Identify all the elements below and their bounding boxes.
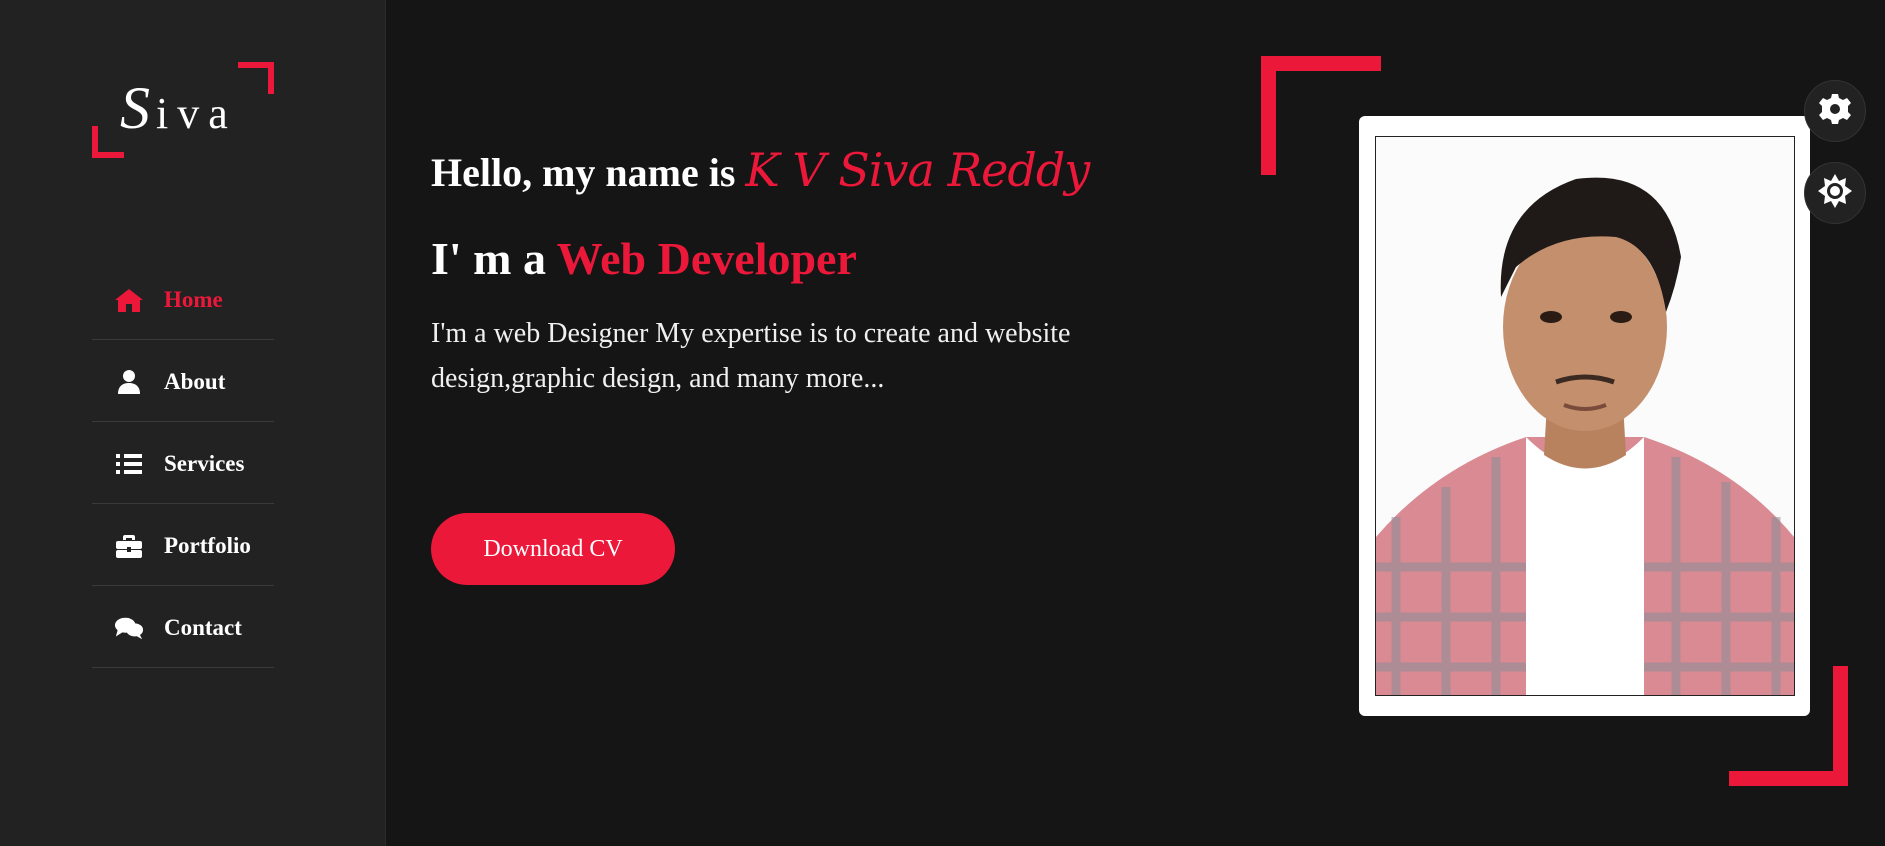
logo-text: Siva (120, 75, 237, 141)
gear-icon (1818, 92, 1852, 131)
nav-item-services[interactable]: Services (92, 424, 274, 504)
logo[interactable]: Siva (92, 62, 274, 158)
person-name: K V Siva Reddy (745, 143, 1090, 197)
user-icon (114, 369, 144, 395)
profile-photo-card (1359, 116, 1810, 716)
nav-label: Services (164, 450, 245, 476)
download-cv-button[interactable]: Download CV (431, 513, 675, 585)
nav-label: Contact (164, 614, 242, 640)
nav-item-home[interactable]: Home (92, 260, 274, 340)
briefcase-icon (114, 533, 144, 559)
home-icon (114, 287, 144, 313)
comments-icon (114, 615, 144, 641)
nav-label: About (164, 368, 226, 394)
hero-section: Hello, my name is K V Siva Reddy I' m a … (431, 140, 1191, 585)
nav-item-contact[interactable]: Contact (92, 588, 274, 668)
sun-icon (1817, 173, 1853, 214)
role-title: Web Developer (556, 233, 857, 284)
nav-item-about[interactable]: About (92, 342, 274, 422)
hello-heading: Hello, my name is K V Siva Reddy (431, 143, 1090, 197)
settings-button[interactable] (1804, 80, 1866, 142)
profile-photo (1375, 136, 1795, 696)
hero-description: I'm a web Designer My expertise is to cr… (431, 318, 1071, 394)
theme-toggle-button[interactable] (1804, 162, 1866, 224)
nav-item-portfolio[interactable]: Portfolio (92, 506, 274, 586)
nav-label: Home (164, 286, 223, 312)
main-nav: Home About Services Portfolio Contact (92, 260, 274, 670)
sidebar: Siva Home About Services Portfolio Conta… (0, 0, 386, 846)
list-icon (114, 451, 144, 477)
role-heading: I' m a Web Developer (431, 233, 857, 284)
nav-label: Portfolio (164, 532, 251, 558)
logo-corner-top-right (238, 62, 274, 94)
